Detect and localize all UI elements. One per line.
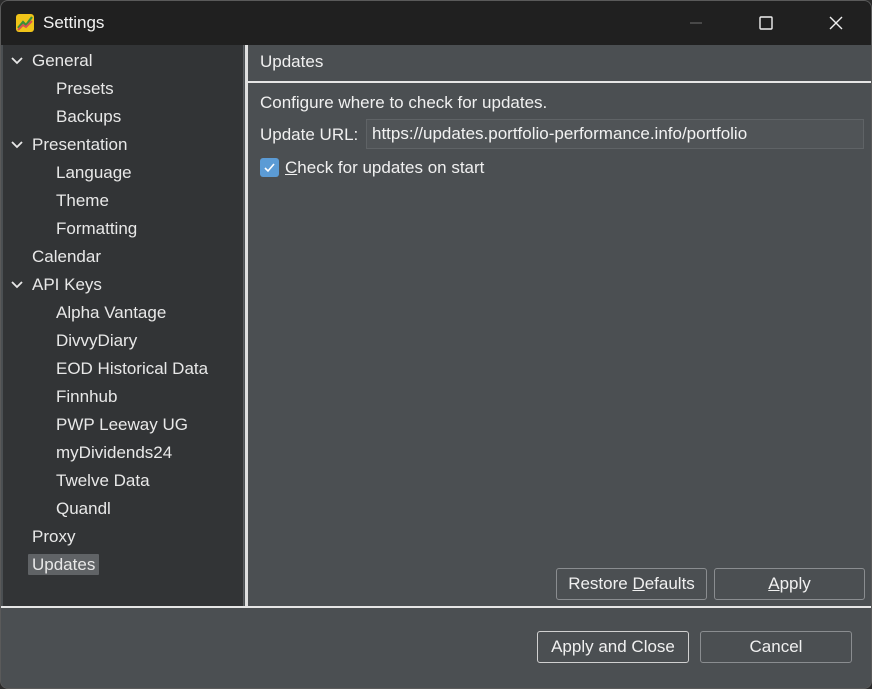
- tree-item-alpha-vantage[interactable]: Alpha Vantage: [56, 301, 166, 325]
- tree-item-backups[interactable]: Backups: [56, 105, 121, 129]
- tree-item-divvydiary[interactable]: DivvyDiary: [56, 329, 137, 353]
- mnemonic-c: C: [285, 158, 298, 177]
- tree-item-formatting[interactable]: Formatting: [56, 217, 137, 241]
- tree-item-proxy[interactable]: Proxy: [32, 525, 75, 549]
- tree-item-label: API Keys: [32, 275, 102, 294]
- window-title: Settings: [43, 13, 105, 32]
- tree-item-label: Proxy: [32, 527, 76, 546]
- tree-item-label: Language: [56, 163, 132, 182]
- preference-page: Updates Configure where to check for upd…: [248, 45, 871, 607]
- tree-item-finnhub[interactable]: Finnhub: [56, 385, 117, 409]
- page-header: Updates: [248, 45, 871, 83]
- tree-item-label: Calendar: [32, 247, 101, 266]
- update-url-label: Update URL:: [260, 125, 359, 144]
- tree-item-label: PWP Leeway UG: [56, 415, 188, 434]
- apply-and-close-button[interactable]: Apply and Close: [537, 631, 689, 663]
- chevron-down-icon[interactable]: [10, 278, 24, 292]
- maximize-button[interactable]: [731, 1, 801, 45]
- tree-item-general[interactable]: General: [11, 49, 93, 73]
- restore-text: Restore: [568, 574, 633, 593]
- chevron-down-icon[interactable]: [10, 54, 24, 68]
- dialog-footer: Apply and Close Cancel: [1, 608, 871, 688]
- tree-item-calendar[interactable]: Calendar: [32, 245, 101, 269]
- tree-item-mydividends24[interactable]: myDividends24: [56, 441, 172, 465]
- tree-item-label: Updates: [28, 554, 100, 575]
- restore-text-end: efaults: [644, 574, 695, 593]
- close-button[interactable]: [801, 1, 871, 45]
- tree-item-theme[interactable]: Theme: [56, 189, 109, 213]
- page-description: Configure where to check for updates.: [260, 93, 548, 112]
- tree-item-quandl[interactable]: Quandl: [56, 497, 111, 521]
- tree-item-label: Twelve Data: [56, 471, 150, 490]
- check-updates-checkbox[interactable]: [260, 158, 279, 177]
- tree-item-label: Backups: [56, 107, 122, 126]
- minimize-button[interactable]: [661, 1, 731, 45]
- tree-item-presets[interactable]: Presets: [56, 77, 114, 101]
- tree-item-label: Theme: [56, 191, 109, 210]
- tree-item-label: Formatting: [56, 219, 138, 238]
- check-updates-label[interactable]: Check for updates on start: [285, 158, 484, 178]
- app-icon: [16, 14, 34, 32]
- tree-item-label: EOD Historical Data: [56, 359, 209, 378]
- tree-item-updates[interactable]: Updates: [28, 553, 100, 577]
- chevron-down-icon[interactable]: [10, 138, 24, 152]
- tree-item-label: Alpha Vantage: [56, 303, 167, 322]
- title-bar: Settings: [1, 1, 871, 45]
- tree-item-api-keys[interactable]: API Keys: [11, 273, 102, 297]
- apply-text: pply: [779, 574, 811, 593]
- settings-window: Settings General Presets Backups Present…: [0, 0, 872, 689]
- check-updates-text: heck for updates on start: [297, 158, 485, 177]
- settings-tree: General Presets Backups Presentation Lan…: [3, 45, 244, 606]
- tree-item-eod-historical-data[interactable]: EOD Historical Data: [56, 357, 208, 381]
- restore-defaults-button[interactable]: Restore Defaults: [556, 568, 707, 600]
- cancel-button[interactable]: Cancel: [700, 631, 852, 663]
- tree-item-language[interactable]: Language: [56, 161, 132, 185]
- tree-item-twelve-data[interactable]: Twelve Data: [56, 469, 150, 493]
- mnemonic-d: D: [632, 574, 645, 593]
- tree-item-label: Presets: [56, 79, 114, 98]
- minimize-icon: [690, 22, 702, 24]
- maximize-icon: [759, 16, 773, 30]
- tree-item-label: Presentation: [32, 135, 128, 154]
- checkmark-icon: [264, 163, 275, 173]
- update-url-input[interactable]: [366, 119, 864, 149]
- tree-item-presentation[interactable]: Presentation: [11, 133, 128, 157]
- tree-item-label: Finnhub: [56, 387, 118, 406]
- tree-item-label: General: [32, 51, 93, 70]
- page-title: Updates: [260, 52, 324, 71]
- tree-item-label: Quandl: [56, 499, 111, 518]
- tree-item-label: myDividends24: [56, 443, 173, 462]
- close-icon: [829, 16, 843, 30]
- apply-button[interactable]: Apply: [714, 568, 865, 600]
- tree-item-label: DivvyDiary: [56, 331, 138, 350]
- tree-item-pwp-leeway-ug[interactable]: PWP Leeway UG: [56, 413, 188, 437]
- mnemonic-a: A: [768, 574, 780, 593]
